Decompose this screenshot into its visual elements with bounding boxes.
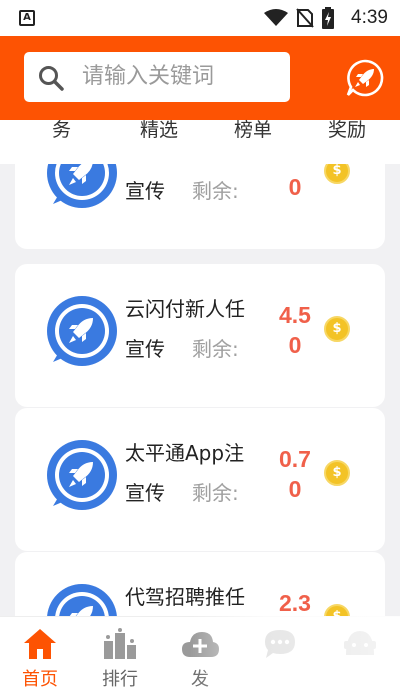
tab-task[interactable]: 务 [52, 120, 71, 140]
no-sim-icon [296, 8, 314, 28]
coin-icon: $ [324, 316, 350, 342]
task-tag: 宣传 [125, 179, 165, 203]
task-tag: 宣传 [125, 337, 165, 361]
task-reward: 4.5 0 [279, 302, 311, 358]
nav-profile[interactable] [330, 627, 390, 665]
status-bar: A 4:39 [0, 0, 400, 36]
coin-icon: $ [324, 604, 350, 616]
task-title: 云闪付新人任 [125, 297, 245, 321]
task-remaining-label: 剩余: [192, 481, 239, 505]
nav-ranking[interactable]: 排行 [90, 627, 150, 691]
wifi-icon [264, 9, 288, 26]
notification-icon: A [19, 10, 35, 26]
tab-ranking[interactable]: 榜单 [234, 120, 272, 140]
message-icon [265, 630, 295, 658]
tab-reward[interactable]: 奖励 [328, 120, 366, 140]
search-placeholder: 请输入关键词 [82, 64, 215, 89]
home-icon [24, 629, 56, 659]
task-tag: 宣传 [125, 481, 165, 505]
ranking-icon [104, 628, 136, 659]
nav-ranking-label: 排行 [102, 669, 138, 690]
nav-message[interactable] [250, 627, 310, 665]
category-tabs: 务 精选 榜单 奖励 [0, 120, 400, 164]
rocket-app-icon [47, 296, 117, 366]
app-header: 请输入关键词 [0, 36, 400, 120]
rocket-app-icon [47, 584, 117, 616]
tab-featured[interactable]: 精选 [140, 120, 178, 140]
bottom-nav: 首页 排行 发 [0, 616, 400, 700]
task-remaining-label: 剩余: [192, 179, 239, 203]
nav-home-label: 首页 [22, 669, 58, 690]
task-remaining-label: 剩余: [192, 337, 239, 361]
task-title: 太平通App注 [125, 441, 245, 465]
task-card[interactable]: 代驾招聘推任 2.3 $ [15, 552, 385, 616]
task-card[interactable]: 太平通App注 宣传 剩余: 0.7 0 $ [15, 408, 385, 551]
task-card[interactable]: 宣传 剩余: 0 $ [15, 164, 385, 249]
publish-cloud-icon [182, 632, 219, 657]
task-title: 代驾招聘推任 [125, 585, 245, 609]
rocket-app-icon [47, 164, 117, 208]
task-list: 宣传 剩余: 0 $ 云闪付新人任 宣传 剩余: 4.5 0 $ 太平通App注 … [0, 164, 400, 616]
task-reward: 0.7 0 [279, 446, 311, 502]
task-reward: 0 [288, 174, 302, 200]
coin-icon: $ [324, 460, 350, 486]
status-icons [264, 6, 334, 30]
battery-charging-icon [322, 7, 334, 29]
search-icon [39, 66, 64, 91]
profile-icon [344, 631, 376, 655]
clock: 4:39 [351, 7, 388, 28]
search-input[interactable]: 请输入关键词 [24, 52, 290, 102]
nav-publish-label: 发 [191, 669, 209, 690]
nav-home[interactable]: 首页 [10, 627, 70, 691]
task-reward: 2.3 [279, 590, 311, 616]
task-card[interactable]: 云闪付新人任 宣传 剩余: 4.5 0 $ [15, 264, 385, 407]
nav-publish[interactable]: 发 [170, 627, 230, 691]
rocket-app-icon [47, 440, 117, 510]
rocket-icon[interactable] [345, 58, 385, 98]
coin-icon: $ [324, 164, 350, 184]
